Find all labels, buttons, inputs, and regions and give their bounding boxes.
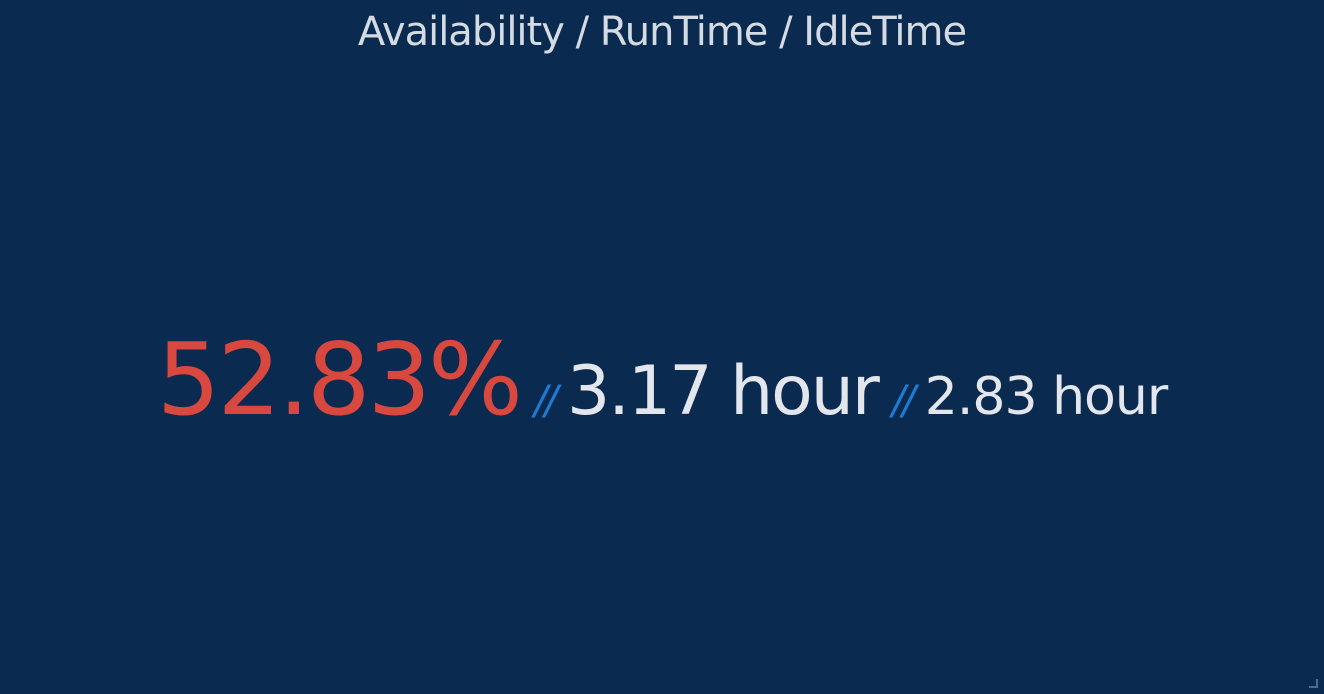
resize-handle-icon[interactable] <box>1309 679 1318 688</box>
idletime-value: 2.83 hour <box>924 367 1168 427</box>
runtime-value: 3.17 hour <box>567 352 880 431</box>
stat-row: 52.83% // 3.17 hour // 2.83 hour <box>0 320 1324 440</box>
separator-2: // <box>891 378 916 424</box>
availability-value: 52.83% <box>156 321 523 438</box>
separator-1: // <box>534 378 558 424</box>
stat-panel: Availability / RunTime / IdleTime 52.83%… <box>0 0 1324 694</box>
panel-title: Availability / RunTime / IdleTime <box>357 9 967 55</box>
